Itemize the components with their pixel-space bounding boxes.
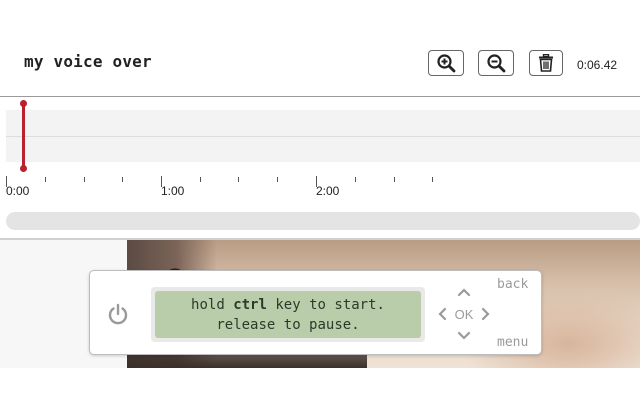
ruler-tick-minor <box>238 177 239 182</box>
trash-icon <box>539 54 553 72</box>
chevron-right-icon <box>481 307 490 321</box>
ruler-tick-minor <box>45 177 46 182</box>
header-divider <box>0 96 640 97</box>
lcd-text: key to start. <box>266 296 385 313</box>
dpad-up-button[interactable] <box>456 285 472 299</box>
duration-readout: 0:06.42 <box>577 58 618 72</box>
chevron-down-icon <box>457 331 471 340</box>
ruler-tick-minor <box>355 177 356 182</box>
project-title: my voice over <box>24 52 152 71</box>
dpad-down-button[interactable] <box>456 329 472 343</box>
ok-button[interactable]: OK <box>451 305 477 323</box>
menu-button[interactable]: menu <box>497 335 528 350</box>
lcd-line-1: hold ctrl key to start. <box>191 295 385 315</box>
lcd-screen: hold ctrl key to start. release to pause… <box>151 287 425 342</box>
delete-button[interactable] <box>529 50 563 76</box>
zoom-in-icon <box>437 54 456 73</box>
dpad-left-button[interactable] <box>435 306 449 322</box>
ruler-tick-minor <box>277 177 278 182</box>
lcd-line-2: release to pause. <box>216 316 360 333</box>
ruler-tick-minor <box>84 177 85 182</box>
ruler-tick-minor <box>432 177 433 182</box>
playhead-top-handle[interactable] <box>20 100 27 107</box>
zoom-out-button[interactable] <box>478 50 514 76</box>
playhead[interactable] <box>22 103 25 169</box>
lcd-message: hold ctrl key to start. release to pause… <box>155 291 421 338</box>
page-background <box>0 368 640 400</box>
power-button[interactable] <box>106 302 130 326</box>
lcd-key-name: ctrl <box>233 296 267 313</box>
chevron-up-icon <box>457 288 471 297</box>
ruler-label: 0:00 <box>6 184 30 198</box>
dpad-right-button[interactable] <box>479 306 493 322</box>
playhead-bottom-handle[interactable] <box>20 165 27 172</box>
zoom-out-icon <box>487 54 506 73</box>
timeline-scrollbar[interactable] <box>6 212 640 230</box>
editor-panel: my voice over 0:06.42 0:00 1:00 2:00 <box>0 0 640 240</box>
ruler-label: 2:00 <box>316 184 340 198</box>
chevron-left-icon <box>438 307 447 321</box>
ruler-label: 1:00 <box>161 184 185 198</box>
time-ruler[interactable]: 0:00 1:00 2:00 <box>0 172 640 202</box>
lcd-text: hold <box>191 296 234 313</box>
ruler-tick-minor <box>394 177 395 182</box>
ruler-tick-minor <box>200 177 201 182</box>
ruler-tick-minor <box>122 177 123 182</box>
track-centerline <box>6 136 640 137</box>
recorder-panel: hold ctrl key to start. release to pause… <box>89 270 542 355</box>
zoom-in-button[interactable] <box>428 50 464 76</box>
power-icon <box>108 303 128 325</box>
dpad: OK <box>433 283 493 345</box>
back-button[interactable]: back <box>497 277 528 292</box>
